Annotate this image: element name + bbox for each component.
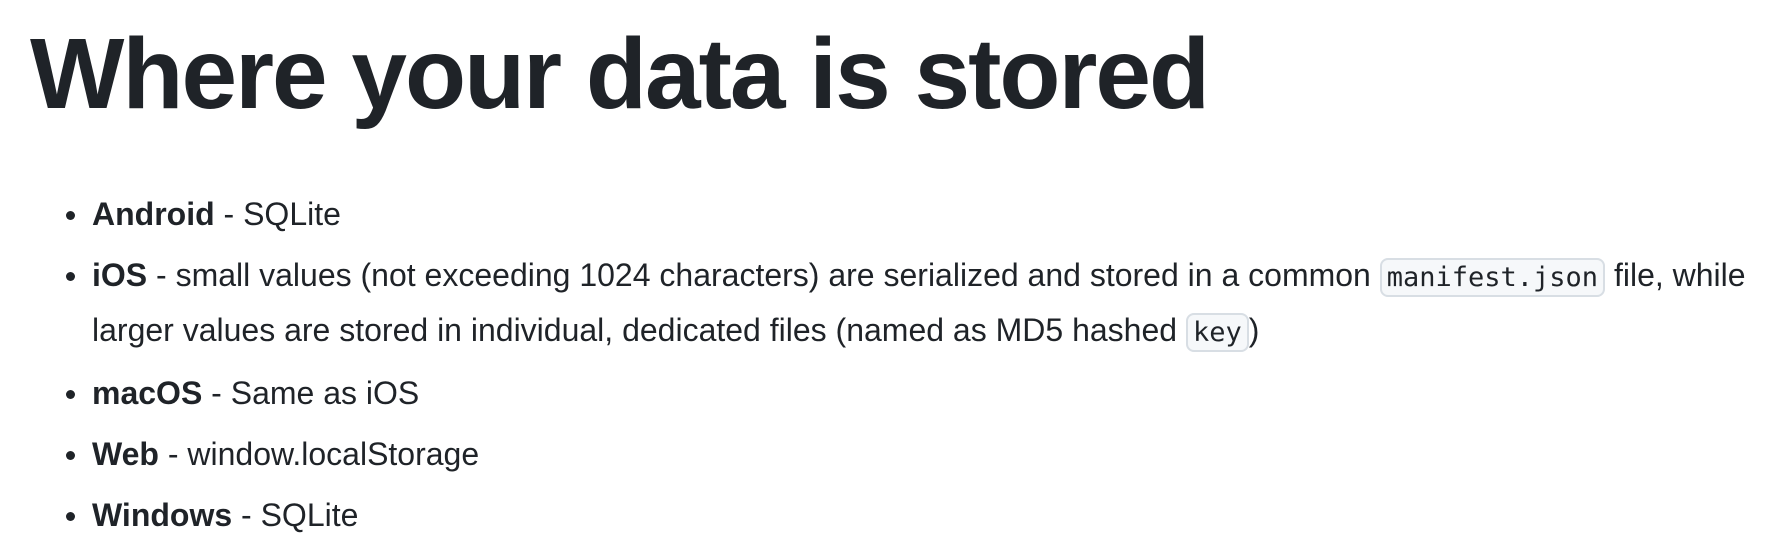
platform-name: Web bbox=[92, 436, 159, 472]
platform-name: Android bbox=[92, 196, 215, 232]
list-item-android: Android - SQLite bbox=[66, 188, 1788, 241]
document-page: Where your data is stored Android - SQLi… bbox=[0, 0, 1788, 546]
inline-code-manifest: manifest.json bbox=[1379, 258, 1606, 297]
closing-parenthesis: ) bbox=[1248, 312, 1260, 348]
storage-description: window.localStorage bbox=[187, 436, 480, 472]
separator: - bbox=[147, 257, 176, 293]
platform-name: macOS bbox=[92, 375, 203, 411]
storage-description: small values (not exceeding 1024 charact… bbox=[175, 257, 1380, 293]
storage-description: Same as iOS bbox=[230, 375, 420, 411]
list-item-ios: iOS - small values (not exceeding 1024 c… bbox=[66, 249, 1788, 359]
inline-code-key: key bbox=[1185, 313, 1249, 352]
storage-description: SQLite bbox=[260, 497, 359, 533]
separator: - bbox=[158, 436, 188, 472]
storage-list: Android - SQLite iOS - small values (not… bbox=[30, 188, 1788, 542]
separator: - bbox=[202, 375, 231, 411]
page-title: Where your data is stored bbox=[30, 18, 1210, 130]
list-item-macos: macOS - Same as iOS bbox=[66, 367, 1788, 420]
storage-description: SQLite bbox=[243, 196, 341, 232]
platform-name: iOS bbox=[92, 257, 148, 293]
list-item-windows: Windows - SQLite bbox=[66, 489, 1788, 542]
separator: - bbox=[214, 196, 244, 232]
list-item-web: Web - window.localStorage bbox=[66, 428, 1788, 481]
platform-name: Windows bbox=[92, 497, 233, 533]
separator: - bbox=[232, 497, 261, 533]
